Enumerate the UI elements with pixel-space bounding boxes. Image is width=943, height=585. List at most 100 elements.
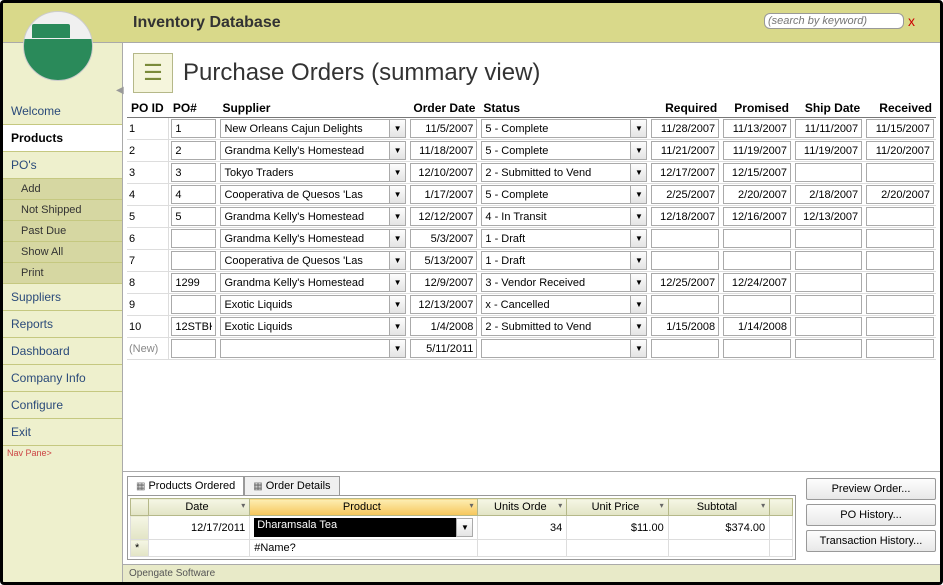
cell-input[interactable]: [171, 119, 216, 138]
cell-input[interactable]: [723, 163, 791, 182]
cell-input[interactable]: [651, 163, 719, 182]
cell-input[interactable]: [410, 163, 477, 182]
cell-input[interactable]: [410, 339, 477, 358]
cell-input[interactable]: [866, 295, 934, 314]
sub-col-unit-price[interactable]: Unit Price▾: [567, 499, 668, 516]
cell-input[interactable]: [866, 317, 934, 336]
dropdown-icon[interactable]: ▼: [630, 163, 647, 182]
dropdown-icon[interactable]: ▼: [630, 185, 647, 204]
cell-input[interactable]: [866, 229, 934, 248]
cell-input[interactable]: [651, 295, 719, 314]
dropdown-icon[interactable]: ▼: [630, 119, 647, 138]
dropdown-icon[interactable]: ▼: [389, 141, 406, 160]
cell-input[interactable]: [410, 251, 477, 270]
sub-row[interactable]: 12/17/2011 Dharamsala Tea▼ 34 $11.00 $37…: [131, 516, 793, 540]
cell-input[interactable]: [410, 273, 477, 292]
sidebar-sub-past-due[interactable]: Past Due: [3, 221, 122, 242]
cell-input[interactable]: [481, 229, 630, 248]
cell-input[interactable]: [481, 295, 630, 314]
dropdown-icon[interactable]: ▼: [389, 163, 406, 182]
cell-input[interactable]: [866, 207, 934, 226]
dropdown-icon[interactable]: ▼: [389, 119, 406, 138]
cell-input[interactable]: [723, 295, 791, 314]
sub-units[interactable]: [478, 540, 567, 557]
sidebar-item-dashboard[interactable]: Dashboard: [3, 338, 122, 365]
cell-input[interactable]: [723, 339, 791, 358]
col-order-date[interactable]: Order Date: [408, 99, 479, 118]
cell-input[interactable]: [171, 229, 216, 248]
cell-input[interactable]: [220, 163, 389, 182]
sidebar-item-company-info[interactable]: Company Info: [3, 365, 122, 392]
sidebar-item-configure[interactable]: Configure: [3, 392, 122, 419]
cell-input[interactable]: [171, 317, 216, 336]
cell-input[interactable]: [220, 273, 389, 292]
cell-input[interactable]: [410, 141, 477, 160]
table-row[interactable]: 3▼▼: [127, 162, 936, 184]
cell-input[interactable]: [651, 251, 719, 270]
cell-input[interactable]: [481, 251, 630, 270]
cell-input[interactable]: [651, 141, 719, 160]
tab-products-ordered[interactable]: ▦Products Ordered: [127, 476, 244, 495]
dropdown-icon[interactable]: ▼: [456, 518, 473, 537]
cell-input[interactable]: [723, 207, 791, 226]
dropdown-icon[interactable]: ▾: [761, 501, 765, 510]
sub-date[interactable]: [148, 540, 249, 557]
col-supplier[interactable]: Supplier: [218, 99, 408, 118]
search-clear-icon[interactable]: x: [908, 13, 915, 29]
table-row-new[interactable]: (New)▼▼: [127, 338, 936, 360]
cell-input[interactable]: [171, 141, 216, 160]
sub-col-add[interactable]: [770, 499, 793, 516]
cell-input[interactable]: [220, 185, 389, 204]
cell-input[interactable]: [795, 141, 862, 160]
dropdown-icon[interactable]: ▾: [660, 501, 664, 510]
sidebar-item-reports[interactable]: Reports: [3, 311, 122, 338]
search-input[interactable]: [764, 13, 904, 29]
table-row[interactable]: 6▼▼: [127, 228, 936, 250]
transaction-history-button[interactable]: Transaction History...: [806, 530, 936, 552]
col-promised[interactable]: Promised: [721, 99, 793, 118]
cell-input[interactable]: [651, 317, 719, 336]
cell-input[interactable]: [723, 251, 791, 270]
sidebar-sub-show-all[interactable]: Show All: [3, 242, 122, 263]
sub-price[interactable]: [567, 540, 668, 557]
cell-input[interactable]: [481, 317, 630, 336]
cell-input[interactable]: [410, 207, 477, 226]
cell-input[interactable]: [220, 119, 389, 138]
cell-input[interactable]: [795, 229, 862, 248]
cell-input[interactable]: [866, 251, 934, 270]
table-row[interactable]: 4▼▼: [127, 184, 936, 206]
sidebar-item-welcome[interactable]: Welcome: [3, 98, 122, 125]
cell-input[interactable]: [481, 339, 630, 358]
cell-input[interactable]: [481, 141, 630, 160]
sub-product[interactable]: Dharamsala Tea▼: [250, 516, 478, 540]
sidebar-item-suppliers[interactable]: Suppliers: [3, 284, 122, 311]
dropdown-icon[interactable]: ▼: [389, 295, 406, 314]
cell-input[interactable]: [795, 295, 862, 314]
table-row[interactable]: 9▼▼: [127, 294, 936, 316]
sub-date[interactable]: 12/17/2011: [148, 516, 249, 540]
sidebar-item-products[interactable]: Products: [3, 125, 122, 152]
row-selector[interactable]: [131, 516, 149, 540]
dropdown-icon[interactable]: ▼: [630, 207, 647, 226]
dropdown-icon[interactable]: ▼: [389, 207, 406, 226]
table-row[interactable]: 1▼▼: [127, 118, 936, 140]
cell-input[interactable]: [171, 273, 216, 292]
cell-input[interactable]: [866, 185, 934, 204]
table-row[interactable]: 8▼▼: [127, 272, 936, 294]
dropdown-icon[interactable]: ▼: [389, 229, 406, 248]
sidebar-item-pos[interactable]: PO's: [3, 152, 122, 179]
cell-input[interactable]: [866, 339, 934, 358]
cell-input[interactable]: [651, 185, 719, 204]
col-po-id[interactable]: PO ID: [127, 99, 169, 118]
cell-input[interactable]: [866, 141, 934, 160]
sidebar-item-exit[interactable]: Exit: [3, 419, 122, 446]
dropdown-icon[interactable]: ▼: [630, 339, 647, 358]
cell-input[interactable]: [795, 339, 862, 358]
cell-input[interactable]: [723, 141, 791, 160]
cell-input[interactable]: [410, 185, 477, 204]
table-row[interactable]: 10▼▼: [127, 316, 936, 338]
table-row[interactable]: 2▼▼: [127, 140, 936, 162]
table-row[interactable]: 5▼▼: [127, 206, 936, 228]
cell-input[interactable]: [795, 163, 862, 182]
cell-input[interactable]: [723, 273, 791, 292]
